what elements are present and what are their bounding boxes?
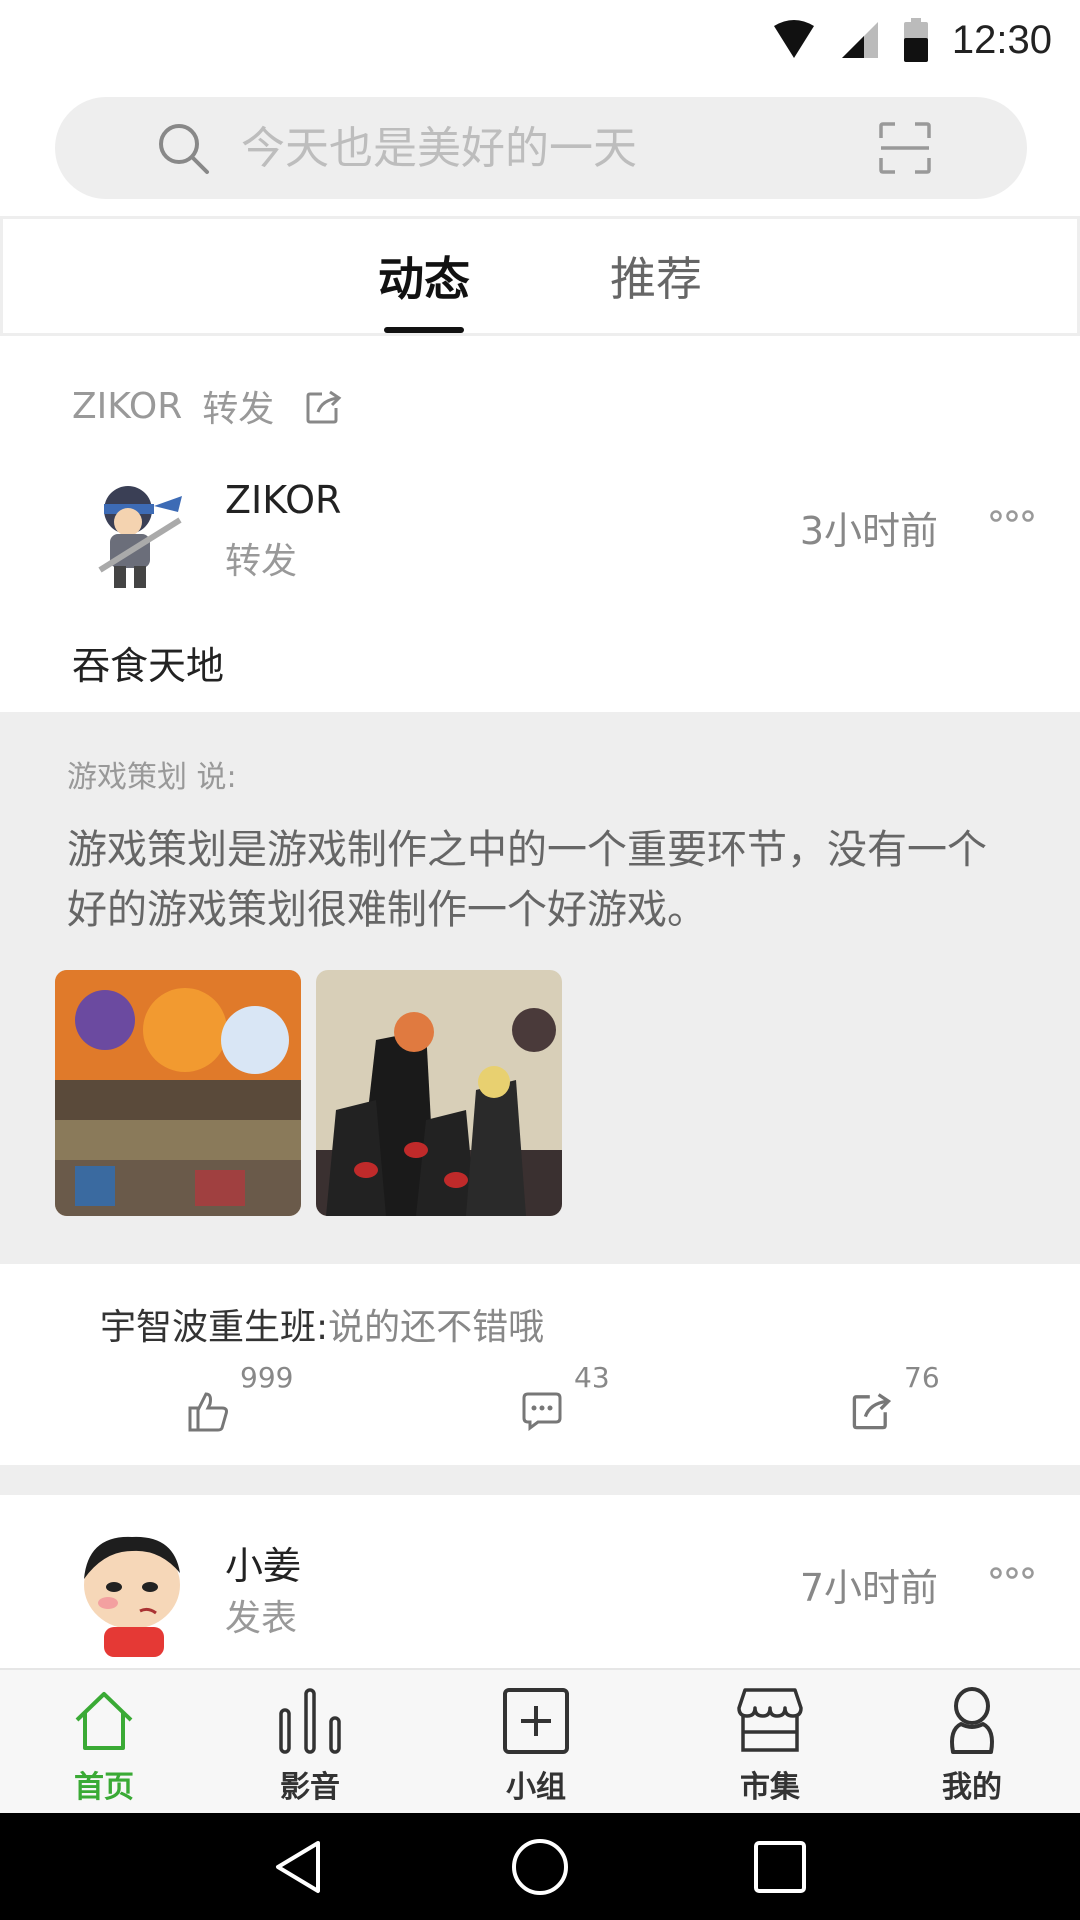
quoted-post[interactable]: 游戏策划 说: 游戏策划是游戏制作之中的一个重要环节，没有一个好的游戏策划很难制… [0, 712, 1080, 1264]
post-image[interactable] [55, 970, 301, 1216]
like-button[interactable]: 999 [186, 1361, 293, 1432]
post-time: 3小时前 [799, 509, 938, 553]
nav-profile[interactable]: 我的 [882, 1670, 1062, 1815]
user-name[interactable]: ZIKOR [225, 478, 341, 522]
bottom-nav: 首页 影音 小组 市集 我的 [0, 1668, 1080, 1813]
share-icon [306, 390, 342, 424]
comment-text: 说的还不错哦 [328, 1307, 545, 1348]
share-icon [852, 1393, 892, 1430]
user-action: 转发 [225, 541, 298, 582]
wifi-icon [772, 20, 816, 60]
market-icon [737, 1688, 803, 1752]
post-image[interactable] [316, 970, 562, 1216]
home-icon [75, 1692, 133, 1750]
active-tab-indicator [384, 327, 464, 333]
user-name[interactable]: 小姜 [225, 1535, 301, 1590]
like-count: 999 [240, 1361, 294, 1394]
back-icon[interactable] [270, 1837, 330, 1897]
feed-tabs: 动态 推荐 [0, 216, 1080, 336]
comment-icon [522, 1392, 562, 1431]
post-text: 吞食天地 [72, 644, 225, 688]
post-actions: 999 43 76 [0, 1361, 1080, 1460]
post-time: 7小时前 [799, 1566, 938, 1610]
thumbs-up-icon [188, 1392, 228, 1432]
more-icon[interactable] [990, 1563, 1034, 1583]
more-icon[interactable] [990, 506, 1034, 526]
home-circle-icon[interactable] [510, 1837, 570, 1897]
tab-recommend[interactable]: 推荐 [610, 219, 702, 333]
repost-user[interactable]: ZIKOR [72, 386, 182, 427]
nav-home[interactable]: 首页 [14, 1670, 194, 1815]
quote-text: 游戏策划是游戏制作之中的一个重要环节，没有一个好的游戏策划很难制作一个好游戏。 [67, 827, 987, 933]
tab-label: 推荐 [610, 252, 702, 306]
nav-group[interactable]: 小组 [446, 1670, 626, 1815]
avatar[interactable] [70, 470, 200, 600]
group-add-icon [503, 1688, 569, 1754]
nav-label: 我的 [942, 1770, 1002, 1805]
nav-label: 影音 [280, 1770, 340, 1805]
media-icon [279, 1688, 341, 1754]
user-action: 发表 [225, 1598, 298, 1639]
comment-count: 43 [574, 1361, 610, 1394]
recents-icon[interactable] [750, 1837, 810, 1897]
comment-preview[interactable]: 宇智波重生班:说的还不错哦 [100, 1298, 544, 1350]
clock-time: 12:30 [951, 17, 1052, 62]
nav-label: 首页 [74, 1770, 134, 1805]
signal-icon [840, 20, 880, 60]
repost-action: 转发 [202, 389, 275, 430]
nav-label: 市集 [740, 1770, 800, 1805]
post-header: 小姜 发表 7小时前 [0, 1527, 1080, 1657]
battery-icon [903, 18, 928, 62]
tab-label: 动态 [378, 252, 470, 306]
profile-icon [950, 1687, 994, 1754]
quote-author: 游戏策划 说: [67, 760, 237, 795]
search-input[interactable] [241, 122, 879, 174]
system-nav-bar [0, 1813, 1080, 1920]
status-bar: 12:30 [0, 0, 1080, 80]
scan-icon[interactable] [879, 122, 931, 174]
post-header: ZIKOR 转发 3小时前 [0, 470, 1080, 600]
nav-media[interactable]: 影音 [220, 1670, 400, 1815]
nav-market[interactable]: 市集 [680, 1670, 860, 1815]
comment-button[interactable]: 43 [520, 1361, 610, 1432]
avatar[interactable] [70, 1527, 200, 1657]
share-button[interactable]: 76 [850, 1361, 940, 1432]
search-bar[interactable] [55, 97, 1027, 199]
feed-divider [0, 1465, 1080, 1495]
tab-dynamic[interactable]: 动态 [378, 219, 470, 333]
repost-header: ZIKOR 转发 [72, 380, 344, 432]
comment-user[interactable]: 宇智波重生班: [100, 1307, 328, 1348]
nav-label: 小组 [506, 1770, 566, 1805]
share-count: 76 [904, 1361, 940, 1394]
search-icon[interactable] [155, 120, 211, 176]
